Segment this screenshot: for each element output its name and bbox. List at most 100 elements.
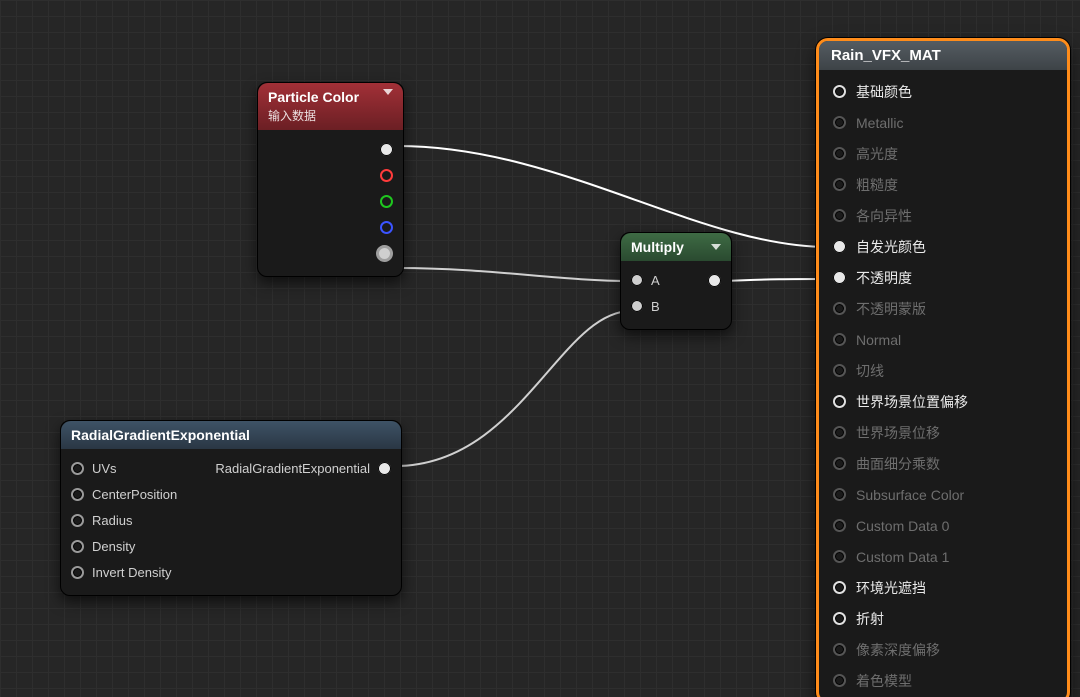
material-graph-canvas[interactable]: Particle Color 输入数据 Multiply A B (0, 0, 1080, 697)
pin-row-a[interactable]: A (631, 267, 721, 293)
pin-label: 基础颜色 (856, 82, 912, 102)
result-pin-18: 像素深度偏移 (823, 634, 1063, 665)
pin-label: B (651, 299, 660, 314)
output-pin-a[interactable] (268, 240, 393, 266)
input-pin-icon (833, 333, 846, 346)
pin-label: Invert Density (92, 565, 171, 580)
pin-label: Density (92, 539, 135, 554)
input-pin-icon (833, 643, 846, 656)
pin-label: Normal (856, 332, 901, 348)
output-pin-rgba[interactable] (268, 136, 393, 162)
input-pin-icon (833, 178, 846, 191)
result-pin-19: 着色模型 (823, 665, 1063, 696)
input-pin-icon (833, 674, 846, 687)
input-pin-icon (833, 426, 846, 439)
pin-row-invert-density[interactable]: Invert Density (71, 559, 391, 585)
input-pin-icon (833, 612, 846, 625)
pin-label: 粗糙度 (856, 175, 898, 195)
result-pin-3: 粗糙度 (823, 169, 1063, 200)
result-pin-8: Normal (823, 324, 1063, 355)
input-pin-icon (833, 457, 846, 470)
pin-label: Radius (92, 513, 132, 528)
pin-icon (380, 169, 393, 182)
pin-label: 环境光遮挡 (856, 578, 926, 598)
input-pin-icon (833, 550, 846, 563)
pin-label: 高光度 (856, 144, 898, 164)
result-pin-16[interactable]: 环境光遮挡 (823, 572, 1063, 603)
pin-label: 各向异性 (856, 206, 912, 226)
output-pin-g[interactable] (268, 188, 393, 214)
input-pin-icon (833, 395, 846, 408)
result-pin-0[interactable]: 基础颜色 (823, 76, 1063, 107)
pin-label: 曲面细分乘数 (856, 454, 940, 474)
input-pin-icon (71, 514, 84, 527)
input-pin-icon (71, 462, 84, 475)
pin-icon (380, 143, 393, 156)
chevron-down-icon[interactable] (711, 244, 721, 250)
result-pin-10[interactable]: 世界场景位置偏移 (823, 386, 1063, 417)
pin-row-density[interactable]: Density (71, 533, 391, 559)
input-pin-icon (833, 302, 846, 315)
node-title: Particle Color (268, 89, 359, 105)
pin-label: 世界场景位移 (856, 423, 940, 443)
result-pin-2: 高光度 (823, 138, 1063, 169)
pin-icon (380, 195, 393, 208)
node-header[interactable]: Multiply (621, 233, 731, 261)
input-pin-icon (833, 209, 846, 222)
output-pin-b[interactable] (268, 214, 393, 240)
node-radial-gradient[interactable]: RadialGradientExponential UVs RadialGrad… (60, 420, 402, 596)
pin-label: A (651, 273, 660, 288)
input-pin-icon (833, 581, 846, 594)
result-title: Rain_VFX_MAT (819, 41, 1067, 70)
pin-row-radius[interactable]: Radius (71, 507, 391, 533)
input-pin-icon (631, 274, 643, 286)
result-pin-7: 不透明蒙版 (823, 293, 1063, 324)
pin-label: UVs (92, 461, 117, 476)
input-pin-icon (71, 488, 84, 501)
result-pin-11: 世界场景位移 (823, 417, 1063, 448)
node-title: Multiply (631, 239, 684, 255)
input-pin-icon (71, 566, 84, 579)
pin-row-center[interactable]: CenterPosition (71, 481, 391, 507)
output-label: RadialGradientExponential (215, 461, 370, 476)
result-pin-9: 切线 (823, 355, 1063, 386)
node-header[interactable]: Particle Color 输入数据 (258, 83, 403, 130)
output-pin-icon[interactable] (378, 462, 391, 475)
node-title: RadialGradientExponential (71, 427, 250, 443)
node-particle-color[interactable]: Particle Color 输入数据 (257, 82, 404, 277)
pin-label: 切线 (856, 361, 884, 381)
input-pin-icon (833, 240, 846, 253)
pin-label: 自发光颜色 (856, 237, 926, 257)
output-pin-icon[interactable] (708, 274, 721, 287)
node-multiply[interactable]: Multiply A B (620, 232, 732, 330)
pin-row-b[interactable]: B (631, 293, 721, 319)
input-pin-icon (631, 300, 643, 312)
result-pin-15: Custom Data 1 (823, 541, 1063, 572)
pin-label: Custom Data 0 (856, 518, 949, 534)
pin-label: 不透明度 (856, 268, 912, 288)
input-pin-icon (833, 364, 846, 377)
pin-row-uvs[interactable]: UVs RadialGradientExponential (71, 455, 391, 481)
output-pin-r[interactable] (268, 162, 393, 188)
result-pin-17[interactable]: 折射 (823, 603, 1063, 634)
chevron-down-icon[interactable] (383, 89, 393, 95)
input-pin-icon (71, 540, 84, 553)
pin-label: Subsurface Color (856, 487, 964, 503)
pin-icon (376, 245, 393, 262)
input-pin-icon (833, 519, 846, 532)
node-subtitle: 输入数据 (268, 107, 359, 124)
result-pin-4: 各向异性 (823, 200, 1063, 231)
result-pin-5[interactable]: 自发光颜色 (823, 231, 1063, 262)
pin-label: CenterPosition (92, 487, 177, 502)
pin-label: 折射 (856, 609, 884, 629)
result-pin-6[interactable]: 不透明度 (823, 262, 1063, 293)
pin-label: 像素深度偏移 (856, 640, 940, 660)
pin-label: 着色模型 (856, 671, 912, 691)
result-pin-14: Custom Data 0 (823, 510, 1063, 541)
node-header[interactable]: RadialGradientExponential (61, 421, 401, 449)
result-pin-1: Metallic (823, 107, 1063, 138)
input-pin-icon (833, 85, 846, 98)
node-material-result[interactable]: Rain_VFX_MAT 基础颜色 Metallic 高光度粗糙度各向异性自发光颜色… (816, 38, 1070, 697)
pin-label: Custom Data 1 (856, 549, 949, 565)
input-pin-icon (833, 271, 846, 284)
